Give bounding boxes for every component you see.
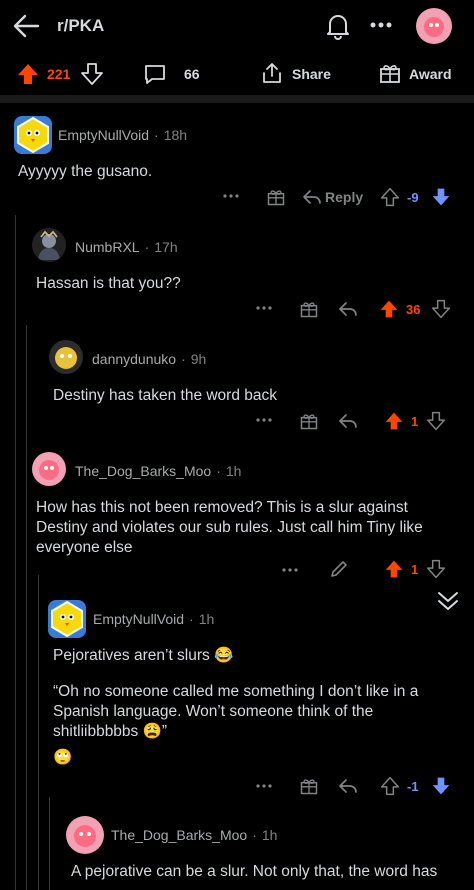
downvote-icon[interactable] [431, 187, 451, 207]
timestamp: 17h [154, 239, 178, 255]
comment-meta: The_Dog_Barks_Moo · 1h [111, 827, 277, 843]
comment-score: 1 [411, 414, 419, 429]
comment-score: -1 [407, 779, 419, 794]
upvote-icon[interactable] [380, 776, 400, 796]
more-icon[interactable] [256, 784, 272, 788]
comment-body: Pejoratives aren’t slurs 😂 [53, 647, 234, 664]
share-button[interactable]: Share [292, 66, 331, 82]
upvote-icon[interactable] [384, 411, 404, 431]
separator-dot: · [216, 463, 221, 479]
upvote-icon[interactable] [384, 559, 404, 579]
separator-dot: · [252, 827, 257, 843]
comment-body: Ayyyyy the gusano. [18, 163, 153, 180]
reply-icon[interactable] [302, 188, 322, 206]
upvote-icon[interactable] [380, 187, 400, 207]
comment-body: How has this not been removed? This is a… [36, 499, 423, 556]
avatar[interactable] [32, 228, 66, 262]
author-name[interactable]: EmptyNullVoid [58, 127, 149, 143]
timestamp: 1h [198, 611, 215, 627]
comment-score: 1 [411, 562, 419, 577]
comment: NumbRXL · 17h Hassan is that you?? 36 [0, 222, 474, 322]
comment-meta: EmptyNullVoid · 1h [93, 611, 214, 627]
comment-meta: The_Dog_Barks_Moo · 1h [75, 463, 241, 479]
upvote-icon[interactable] [379, 299, 399, 319]
section-divider [0, 95, 474, 103]
post-score: 221 [47, 66, 71, 82]
avatar[interactable] [32, 452, 66, 486]
upvote-icon[interactable] [16, 62, 40, 86]
more-icon[interactable] [282, 568, 298, 572]
award-icon[interactable] [299, 411, 319, 431]
downvote-icon[interactable] [80, 62, 104, 86]
comment: EmptyNullVoid · 18h Ayyyyy the gusano. R… [0, 110, 474, 210]
comment-score: -9 [407, 190, 419, 205]
comment-body: A pejorative can be a slur. Not only tha… [71, 863, 438, 880]
author-name[interactable]: NumbRXL [75, 239, 140, 255]
award-icon[interactable] [266, 187, 286, 207]
comment-meta: EmptyNullVoid · 18h [58, 127, 187, 143]
more-icon[interactable] [256, 418, 272, 422]
back-arrow-icon[interactable] [12, 12, 40, 40]
avatar[interactable] [66, 816, 104, 854]
avatar[interactable] [48, 600, 86, 638]
comment-emoji: 🙄 [53, 749, 73, 766]
reply-icon[interactable] [338, 777, 358, 795]
comment: EmptyNullVoid · 1h Pejoratives aren’t sl… [0, 596, 474, 796]
separator-dot: · [189, 611, 194, 627]
edit-icon[interactable] [329, 559, 349, 579]
award-button[interactable]: Award [409, 66, 452, 82]
subreddit-title[interactable]: r/PKA [57, 16, 104, 36]
more-icon[interactable] [223, 194, 239, 198]
avatar[interactable] [14, 116, 52, 154]
share-icon[interactable] [260, 61, 284, 85]
comment-meta: NumbRXL · 17h [75, 239, 178, 255]
comment-meta: dannydunuko · 9h [92, 351, 206, 367]
post-action-bar: 221 66 Share Award [0, 54, 474, 94]
comment-icon[interactable] [143, 62, 167, 86]
separator-dot: · [144, 239, 150, 255]
award-icon[interactable] [299, 776, 319, 796]
avatar[interactable] [416, 8, 452, 44]
comment-score: 36 [406, 302, 421, 317]
award-icon[interactable] [299, 299, 319, 319]
comment: dannydunuko · 9h Destiny has taken the w… [0, 334, 474, 434]
author-name[interactable]: EmptyNullVoid [93, 611, 184, 627]
comment-body: Hassan is that you?? [36, 275, 181, 292]
downvote-icon[interactable] [426, 411, 446, 431]
reply-button[interactable]: Reply [325, 189, 363, 205]
timestamp: 1h [225, 463, 242, 479]
downvote-icon[interactable] [426, 559, 446, 579]
award-icon[interactable] [378, 61, 402, 85]
comment-quote: “Oh no someone called me something I don… [53, 683, 419, 740]
downvote-icon[interactable] [431, 776, 451, 796]
comment: The_Dog_Barks_Moo · 1h A pejorative can … [0, 812, 474, 890]
timestamp: 1h [261, 827, 278, 843]
more-icon[interactable] [256, 306, 272, 310]
timestamp: 9h [190, 351, 207, 367]
reply-icon[interactable] [338, 300, 358, 318]
comment-count[interactable]: 66 [184, 66, 200, 82]
more-icon[interactable] [370, 22, 392, 28]
bell-icon[interactable] [325, 12, 351, 40]
avatar[interactable] [49, 340, 83, 374]
author-name[interactable]: The_Dog_Barks_Moo [111, 827, 247, 843]
reply-icon[interactable] [338, 412, 358, 430]
comment-body: Destiny has taken the word back [53, 387, 278, 404]
comment: The_Dog_Barks_Moo · 1h How has this not … [0, 446, 474, 586]
separator-dot: · [181, 351, 186, 367]
separator-dot: · [154, 127, 159, 143]
author-name[interactable]: dannydunuko [92, 351, 176, 367]
top-bar: r/PKA [0, 0, 474, 54]
timestamp: 18h [163, 127, 188, 143]
downvote-icon[interactable] [431, 299, 451, 319]
author-name[interactable]: The_Dog_Barks_Moo [75, 463, 211, 479]
